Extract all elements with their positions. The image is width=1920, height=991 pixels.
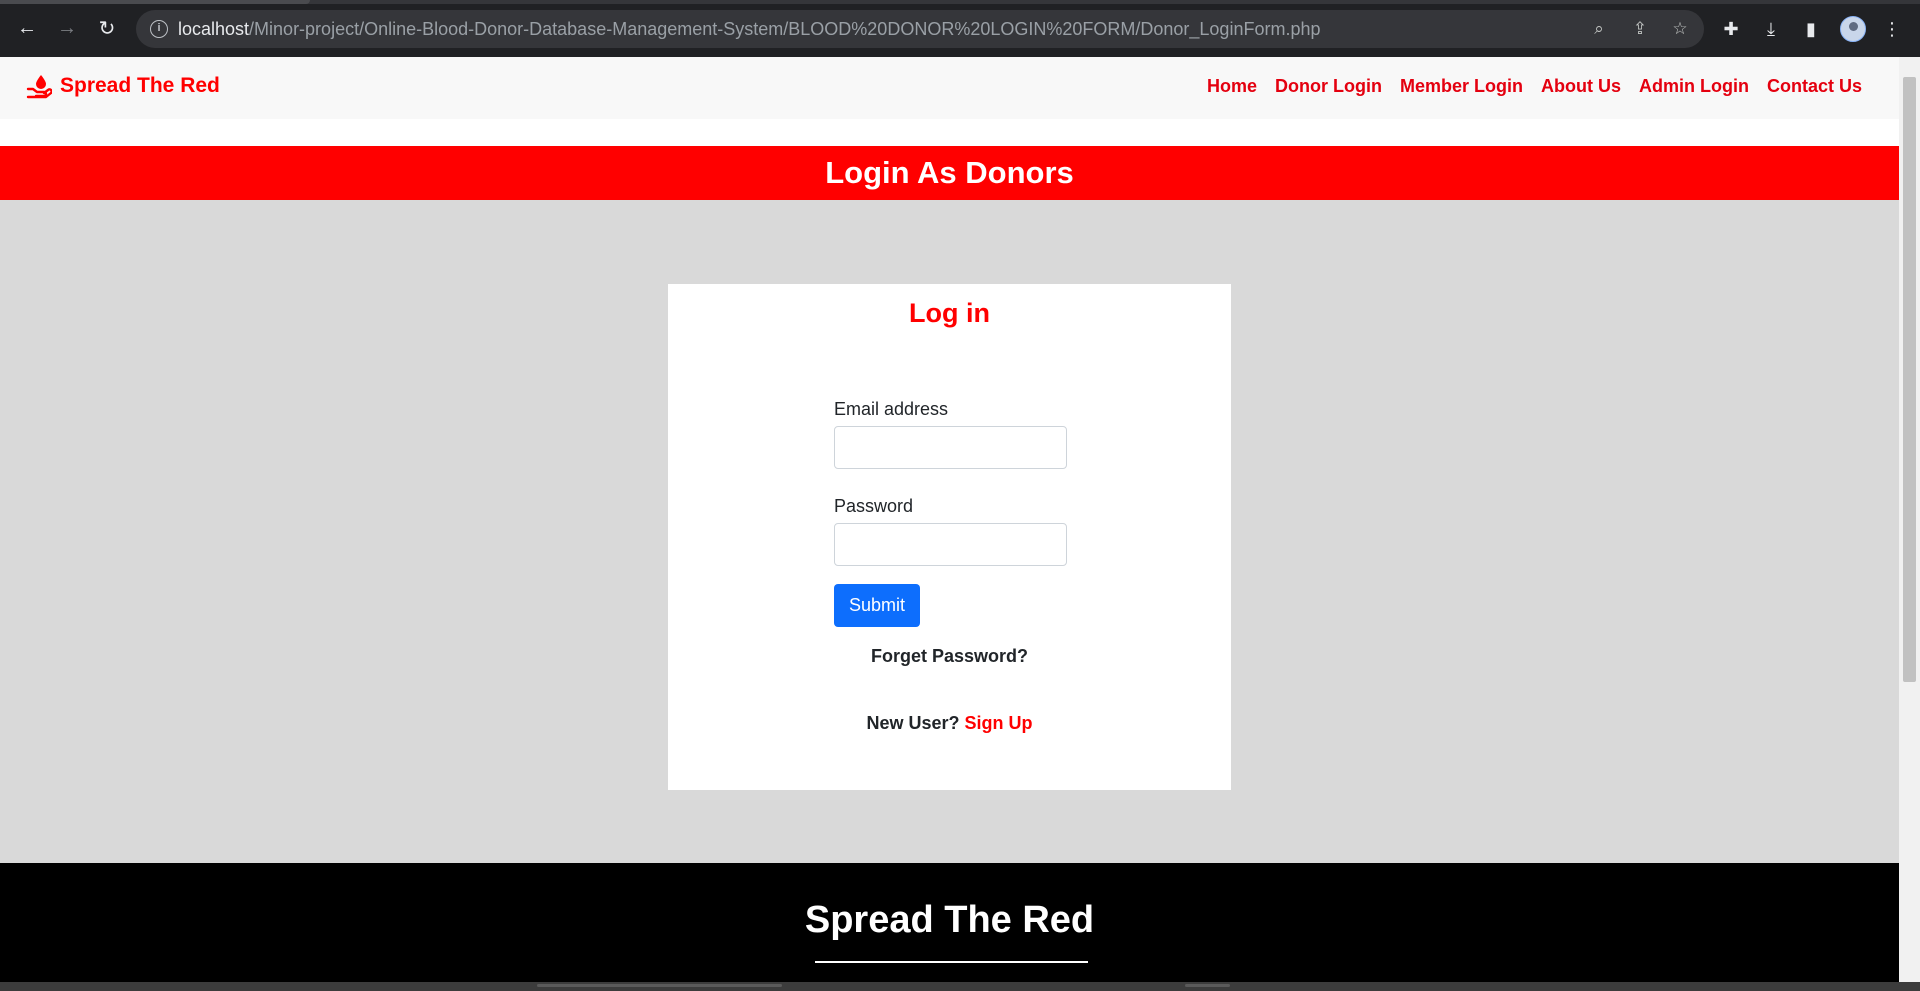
nav-link-donor-login[interactable]: Donor Login	[1275, 76, 1382, 97]
nav-link-member-login[interactable]: Member Login	[1400, 76, 1523, 97]
forget-password-link[interactable]: Forget Password?	[668, 646, 1231, 667]
new-user-prompt: New User? Sign Up	[668, 713, 1231, 734]
downloads-icon[interactable]: ⤓	[1759, 17, 1783, 41]
scrollbar-thumb[interactable]	[1903, 77, 1916, 682]
blood-donation-icon	[26, 75, 52, 99]
nav-link-about-us[interactable]: About Us	[1541, 76, 1621, 97]
email-label: Email address	[834, 399, 949, 419]
password-field[interactable]	[834, 523, 1067, 566]
nav-links: Home Donor Login Member Login About Us A…	[1189, 76, 1862, 97]
site-navbar: Spread The Red Home Donor Login Member L…	[0, 57, 1899, 119]
page-viewport: Spread The Red Home Donor Login Member L…	[0, 57, 1920, 982]
address-url[interactable]: localhost/Minor-project/Online-Blood-Don…	[178, 19, 1320, 40]
bottom-bar-marker	[1185, 984, 1230, 987]
login-title: Log in	[909, 298, 990, 328]
side-panel-icon[interactable]: ▮	[1799, 17, 1823, 41]
bookmark-star-icon[interactable]: ☆	[1669, 18, 1691, 40]
new-user-text: New User?	[866, 713, 960, 733]
footer-title: Spread The Red	[804, 899, 1095, 941]
extensions-icon[interactable]: ✚	[1719, 17, 1743, 41]
tab-strip	[0, 0, 1920, 4]
address-bar[interactable]: i localhost/Minor-project/Online-Blood-D…	[136, 10, 1704, 48]
sign-up-link[interactable]: Sign Up	[965, 713, 1033, 733]
site-footer: Spread The Red	[0, 863, 1899, 982]
active-tab-indicator	[0, 0, 310, 4]
bottom-status-bar	[0, 982, 1920, 991]
forward-arrow-icon[interactable]: →	[54, 15, 80, 41]
brand-link[interactable]: Spread The Red	[26, 73, 220, 99]
share-icon[interactable]: ⇪	[1629, 18, 1651, 40]
footer-title-underline	[815, 961, 1088, 963]
login-card: Log in Email address Password Submit For…	[668, 284, 1231, 790]
menu-kebab-icon[interactable]: ⋮	[1880, 17, 1904, 41]
horizontal-scroll-thumb[interactable]	[537, 984, 782, 987]
page-scrollbar[interactable]	[1899, 57, 1920, 982]
password-label: Password	[834, 496, 914, 516]
email-field[interactable]	[834, 426, 1067, 469]
nav-link-admin-login[interactable]: Admin Login	[1639, 76, 1749, 97]
profile-avatar[interactable]	[1840, 16, 1866, 42]
nav-link-home[interactable]: Home	[1207, 76, 1257, 97]
back-arrow-icon[interactable]: ←	[14, 15, 40, 41]
site-info-icon[interactable]: i	[150, 20, 168, 38]
browser-toolbar: ← → ↻ i localhost/Minor-project/Online-B…	[0, 0, 1920, 57]
zoom-icon[interactable]: ⌕	[1588, 18, 1610, 40]
nav-link-contact-us[interactable]: Contact Us	[1767, 76, 1862, 97]
reload-icon[interactable]: ↻	[94, 15, 120, 41]
url-path: /Minor-project/Online-Blood-Donor-Databa…	[249, 19, 1321, 39]
url-host: localhost	[178, 19, 250, 39]
brand-name: Spread The Red	[60, 74, 220, 97]
submit-button[interactable]: Submit	[834, 584, 920, 627]
page-banner: Login As Donors	[0, 146, 1899, 200]
